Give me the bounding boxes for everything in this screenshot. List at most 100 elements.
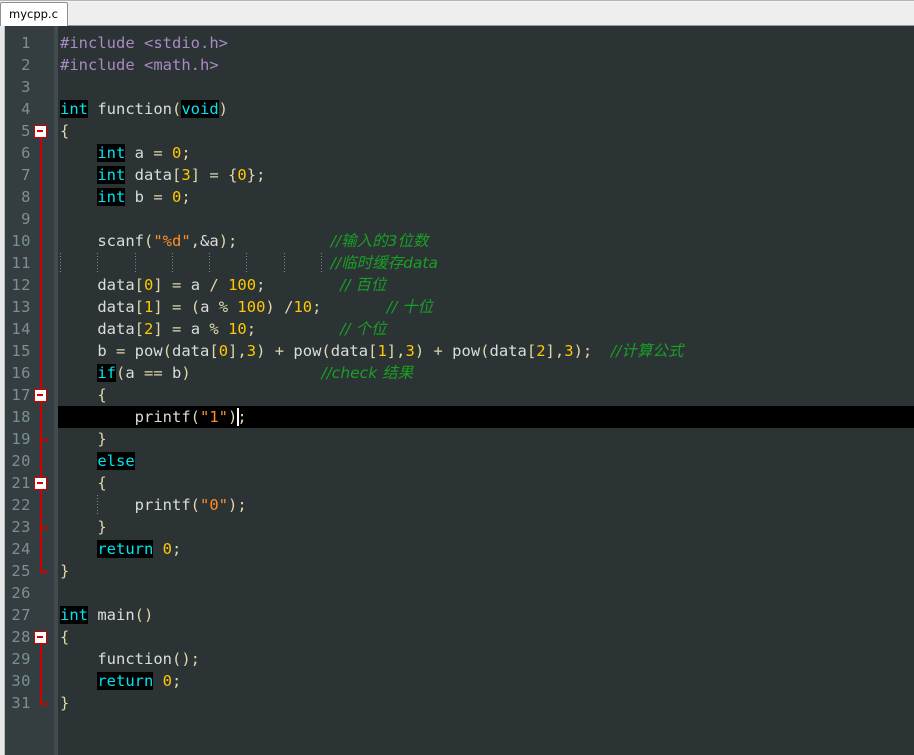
token-brk: ) xyxy=(573,342,583,360)
token-id: a xyxy=(125,144,154,162)
code-line[interactable]: data[0] = a / 100; // 百位 xyxy=(58,274,914,296)
token-brk: ) xyxy=(414,342,425,360)
code-line-text: } xyxy=(58,516,106,538)
code-line[interactable]: int main() xyxy=(58,604,914,626)
code-line-text: //临时缓存data xyxy=(58,252,438,274)
tab-mycpp-c[interactable]: mycpp.c xyxy=(0,2,68,26)
token-id: b xyxy=(162,364,182,382)
code-line-text: if(a == b) //check 结果 xyxy=(58,362,413,384)
token-num: 0 xyxy=(172,144,182,162)
code-line[interactable]: return 0; xyxy=(58,670,914,692)
code-line[interactable]: if(a == b) //check 结果 xyxy=(58,362,914,384)
code-line-text: data[0] = a / 100; // 百位 xyxy=(58,274,386,296)
code-line-text: int b = 0; xyxy=(58,186,191,208)
fold-toggle-open[interactable] xyxy=(34,477,47,490)
token-num: 2 xyxy=(144,320,154,338)
fold-toggle-open[interactable] xyxy=(34,125,47,138)
token-brk: { xyxy=(60,628,70,646)
fold-tick xyxy=(40,439,46,441)
code-line[interactable]: } xyxy=(58,516,914,538)
fold-range-line xyxy=(40,397,42,439)
token-id xyxy=(163,144,172,162)
code-text-area[interactable]: #include <stdio.h> #include <math.h> int f… xyxy=(58,26,914,755)
token-brk: ( xyxy=(480,342,490,360)
token-kw: int xyxy=(97,166,126,184)
token-id xyxy=(153,540,162,558)
code-line[interactable]: scanf("%d",&a); //输入的3位数 xyxy=(58,230,914,252)
code-editor[interactable]: 1 2 3 4 5 6 7 8 9 10 11 12 13 14 15 16 17 18 19 20 21 22 23 24 2… xyxy=(0,26,914,755)
fold-toggle-open[interactable] xyxy=(34,389,47,402)
code-line[interactable]: data[1] = (a % 100) /10; // 十位 xyxy=(58,296,914,318)
token-op: = xyxy=(172,276,182,294)
token-id: a xyxy=(181,320,210,338)
code-line[interactable]: int a = 0; xyxy=(58,142,914,164)
token-id xyxy=(60,474,97,492)
token-op: = xyxy=(153,188,163,206)
token-num: 0 xyxy=(144,276,154,294)
token-id: data xyxy=(489,342,527,360)
code-line[interactable] xyxy=(58,76,914,98)
code-line[interactable]: data[2] = a % 10; // 个位 xyxy=(58,318,914,340)
token-id xyxy=(219,166,228,184)
code-folding-column[interactable] xyxy=(30,26,54,755)
line-number: 13 xyxy=(11,298,31,316)
token-brk: ] xyxy=(153,298,163,316)
token-id: printf xyxy=(60,496,191,514)
token-brk: { xyxy=(97,386,107,404)
token-id xyxy=(191,364,322,382)
token-brk: ( xyxy=(171,650,182,668)
code-line[interactable]: //临时缓存data xyxy=(58,252,914,274)
code-line[interactable]: return 0; xyxy=(58,538,914,560)
token-id: a xyxy=(181,276,210,294)
fold-range-end xyxy=(40,571,48,573)
token-brk: ( xyxy=(190,298,201,316)
code-line[interactable]: { xyxy=(58,626,914,648)
line-number: 15 xyxy=(11,342,31,360)
token-id: data xyxy=(60,298,135,316)
line-number: 31 xyxy=(11,694,31,712)
token-id xyxy=(424,342,433,360)
line-number: 22 xyxy=(11,496,31,514)
token-num: 100 xyxy=(237,298,266,316)
token-id: data xyxy=(172,342,210,360)
code-line[interactable]: printf("0"); xyxy=(58,494,914,516)
code-line[interactable]: else xyxy=(58,450,914,472)
token-kw: int xyxy=(97,188,126,206)
fold-toggle-open[interactable] xyxy=(34,631,47,644)
code-line[interactable]: int data[3] = {0}; xyxy=(58,164,914,186)
code-line[interactable] xyxy=(58,582,914,604)
tab-bar-top-border xyxy=(0,0,914,2)
token-op: = xyxy=(172,320,182,338)
code-line[interactable]: { xyxy=(58,384,914,406)
code-line[interactable]: #include <math.h> xyxy=(58,54,914,76)
line-number: 10 xyxy=(11,232,31,250)
code-line[interactable] xyxy=(58,208,914,230)
code-line[interactable]: #include <stdio.h> xyxy=(58,32,914,54)
token-id xyxy=(60,430,97,448)
token-op: ; xyxy=(256,276,266,294)
code-line-text: int function(void) xyxy=(58,98,228,120)
token-id xyxy=(219,320,228,338)
code-line[interactable]: int b = 0; xyxy=(58,186,914,208)
token-id: function xyxy=(88,100,172,118)
code-line[interactable]: { xyxy=(58,472,914,494)
code-line[interactable]: function(); xyxy=(58,648,914,670)
token-id xyxy=(60,672,97,690)
token-kw: int xyxy=(60,100,88,118)
code-line-text: #include <stdio.h> xyxy=(58,32,228,54)
code-line[interactable]: b = pow(data[0],3) + pow(data[1],3) + po… xyxy=(58,340,914,362)
token-op: ; xyxy=(256,166,266,184)
token-num: 10 xyxy=(228,320,247,338)
code-line[interactable]: { xyxy=(58,120,914,142)
line-number: 20 xyxy=(11,452,31,470)
token-cmtcn: //check 结果 xyxy=(321,364,414,382)
token-brk: ] xyxy=(153,276,163,294)
code-line[interactable]: } xyxy=(58,560,914,582)
token-id: pow xyxy=(284,342,322,360)
code-line[interactable]: } xyxy=(58,692,914,714)
code-line[interactable]: } xyxy=(58,428,914,450)
token-op: ; xyxy=(172,540,182,558)
code-line[interactable]: int function(void) xyxy=(58,98,914,120)
token-op: ; xyxy=(181,188,191,206)
token-brk: ) xyxy=(218,232,229,250)
